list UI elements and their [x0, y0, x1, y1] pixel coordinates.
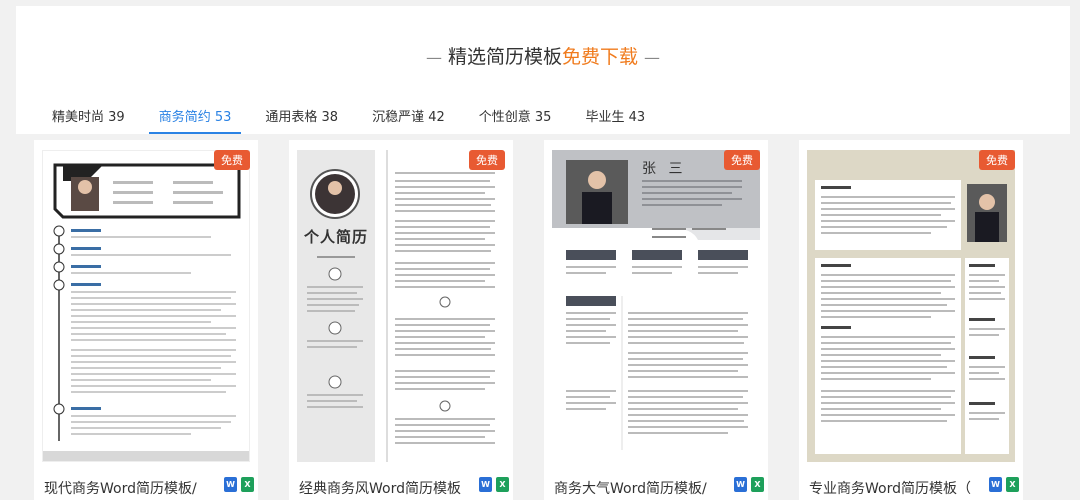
free-badge: 免费 — [979, 150, 1015, 170]
tab-biyesheng[interactable]: 毕业生 43 — [585, 106, 645, 134]
template-card[interactable]: 个人简历 免费 经典商务风Word简历模板 W X — [289, 140, 513, 500]
template-title[interactable]: 现代商务Word简历模板/ — [44, 478, 212, 498]
resume-preview-1 — [43, 163, 249, 461]
word-icon: W — [224, 477, 237, 492]
resume-preview-3 — [552, 150, 760, 450]
thumb-heading: 个人简历 — [303, 228, 368, 246]
resume-preview-2 — [297, 150, 495, 462]
free-badge: 免费 — [724, 150, 760, 170]
header-panel: — 精选简历模板免费下载 — 精美时尚 39 商务简约 53 通用表格 38 沉稳严… — [16, 6, 1070, 134]
tab-jingmei[interactable]: 精美时尚 39 — [52, 106, 125, 134]
template-thumbnail[interactable] — [42, 150, 250, 462]
free-badge: 免费 — [214, 150, 250, 170]
template-thumbnail[interactable]: 个人简历 — [297, 150, 505, 462]
template-title[interactable]: 专业商务Word简历模板（ — [809, 478, 977, 498]
template-title[interactable]: 经典商务风Word简历模板 — [299, 478, 467, 498]
template-thumbnail[interactable]: 张 三 — [552, 150, 760, 462]
template-card[interactable]: 张 三 免费 商务大气Word简历模板/ W X — [544, 140, 768, 500]
category-tabs: 精美时尚 39 商务简约 53 通用表格 38 沉稳严谨 42 个性创意 35 … — [52, 106, 679, 134]
thumb-name: 张 三 — [642, 161, 687, 177]
word-icon: W — [734, 477, 747, 492]
resume-preview-4 — [815, 180, 1009, 454]
section-heading: — 精选简历模板免费下载 — — [425, 46, 661, 68]
page: — 精选简历模板免费下载 — 精美时尚 39 商务简约 53 通用表格 38 沉稳严… — [0, 0, 1080, 500]
heading-accent: 免费下载 — [562, 46, 639, 68]
free-badge: 免费 — [469, 150, 505, 170]
tab-tongyong[interactable]: 通用表格 38 — [265, 106, 338, 134]
template-title[interactable]: 商务大气Word简历模板/ — [554, 478, 722, 498]
template-thumbnail[interactable] — [807, 150, 1015, 462]
excel-icon: X — [751, 477, 764, 492]
template-card[interactable]: 免费 现代商务Word简历模板/ W X — [34, 140, 258, 500]
tab-gexing[interactable]: 个性创意 35 — [479, 106, 552, 134]
word-icon: W — [989, 477, 1002, 492]
tab-shangwu[interactable]: 商务简约 53 — [148, 106, 242, 134]
heading-prefix: 精选简历模板 — [447, 46, 562, 68]
word-icon: W — [479, 477, 492, 492]
template-grid: 免费 现代商务Word简历模板/ W X 个人简历 免费 经典商务风Word简历… — [34, 140, 1023, 500]
excel-icon: X — [241, 477, 254, 492]
template-card[interactable]: 免费 专业商务Word简历模板（ W X — [799, 140, 1023, 500]
excel-icon: X — [1006, 477, 1019, 492]
tab-chenwen[interactable]: 沉稳严谨 42 — [372, 106, 445, 134]
excel-icon: X — [496, 477, 509, 492]
